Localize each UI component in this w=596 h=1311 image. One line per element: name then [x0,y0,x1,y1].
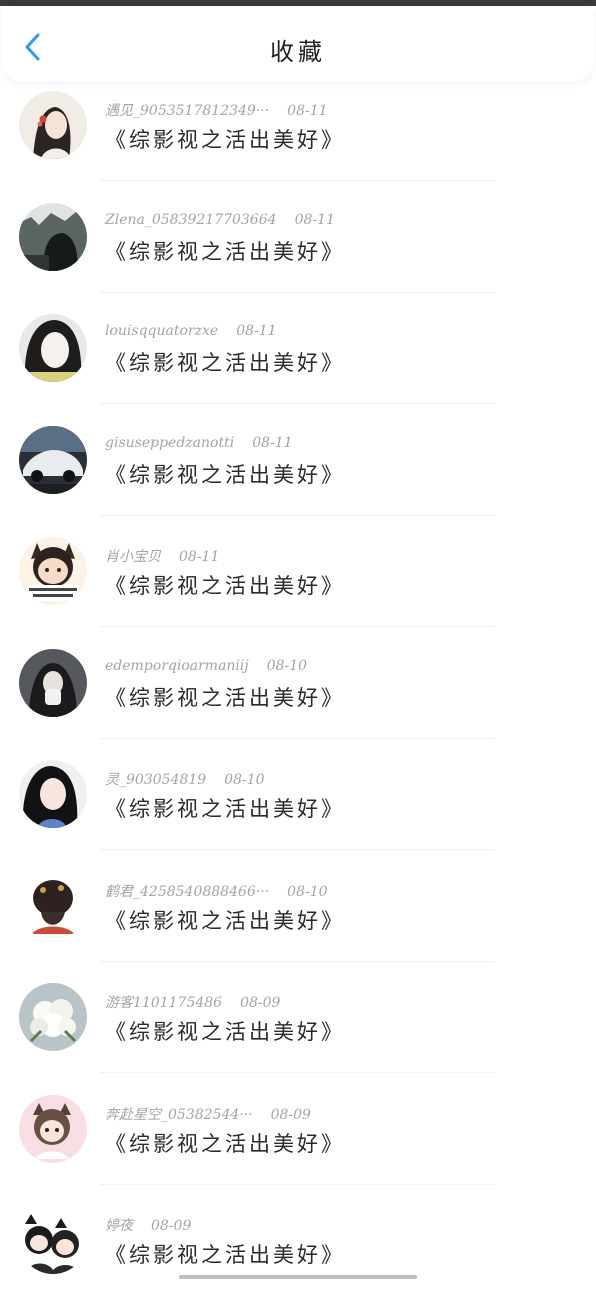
username[interactable]: 鹤君_4258540888466··· [105,884,269,900]
book-title[interactable]: 《综影视之活出美好》 [105,1016,345,1046]
divider [100,626,495,627]
divider [100,737,495,739]
date: 08-10 [287,883,328,900]
avatar[interactable] [19,537,87,605]
divider [100,960,495,962]
list-item[interactable]: 灵_903054819 08-10 《综影视之活出美好》 [0,753,596,865]
book-title[interactable]: 《综影视之活出美好》 [105,1128,345,1158]
list-item[interactable]: 游客1101175486 08-09 《综影视之活出美好》 [0,976,596,1088]
date: 08-09 [270,1106,311,1123]
avatar[interactable] [19,648,87,717]
book-title[interactable]: 《综影视之活出美好》 [105,459,345,489]
date: 08-11 [236,323,277,339]
username[interactable]: 灵_903054819 [105,772,206,788]
date: 08-09 [240,995,281,1011]
book-title[interactable]: 《综影视之活出美好》 [105,236,345,266]
status-bar [0,0,596,6]
divider [100,849,495,850]
date: 08-11 [294,211,335,228]
book-title[interactable]: 《综影视之活出美好》 [105,124,345,154]
avatar[interactable] [19,202,87,271]
book-title[interactable]: 《综影视之活出美好》 [105,570,345,600]
date: 08-10 [266,657,308,674]
username[interactable]: 游客1101175486 [105,995,222,1011]
list-item[interactable]: edemporqioarmaniij 08-10 《综影视之活出美好》 [0,642,596,754]
avatar[interactable] [19,871,87,940]
divider [100,1072,495,1073]
list-item[interactable]: gisuseppedzanotti 08-11 《综影视之活出美好》 [0,419,596,531]
date: 08-11 [252,434,293,451]
divider [100,1183,495,1185]
favorites-list: 遇见_9053517812349··· 08-11 《综影视之活出美好》 Zlen… [0,84,596,1311]
divider [100,403,495,404]
date: 08-11 [179,549,220,565]
username[interactable]: Zlena_05839217703664 [105,212,277,228]
divider [100,180,495,181]
page-title: 收藏 [270,38,326,66]
username[interactable]: edemporqioarmaniij [105,658,249,674]
list-item[interactable]: Zlena_05839217703664 08-11 《综影视之活出美好》 [0,196,596,308]
list-item[interactable]: 奔赴星空_05382544··· 08-09 《综影视之活出美好》 [0,1088,596,1200]
avatar[interactable] [19,91,87,159]
book-title[interactable]: 《综影视之活出美好》 [105,905,345,935]
avatar[interactable] [19,425,87,494]
username[interactable]: 遇见_9053517812349··· [105,103,269,119]
book-title[interactable]: 《综影视之活出美好》 [105,793,345,823]
home-indicator[interactable] [179,1275,417,1279]
list-item[interactable]: louisqquatorzxe 08-11 《综影视之活出美好》 [0,307,596,419]
avatar[interactable] [19,983,87,1051]
avatar[interactable] [19,1206,87,1274]
list-item[interactable]: 遇见_9053517812349··· 08-11 《综影视之活出美好》 [0,84,596,196]
divider [100,291,495,293]
book-title[interactable]: 《综影视之活出美好》 [105,347,345,377]
username[interactable]: 奔赴星空_05382544··· [105,1107,253,1123]
divider [100,514,495,516]
date: 08-09 [151,1218,192,1234]
username[interactable]: louisqquatorzxe [105,323,218,339]
date: 08-11 [287,103,328,119]
list-item[interactable]: 婷夜 08-09 《综影视之活出美好》 [0,1199,596,1311]
book-title[interactable]: 《综影视之活出美好》 [105,1239,345,1269]
list-item[interactable]: 肖小宝贝 08-11 《综影视之活出美好》 [0,530,596,642]
date: 08-10 [224,772,265,788]
top-bar: 收藏 [2,8,594,82]
avatar[interactable] [19,760,87,828]
username[interactable]: gisuseppedzanotti [105,435,234,451]
username[interactable]: 婷夜 [105,1218,133,1234]
username[interactable]: 肖小宝贝 [105,549,161,565]
list-item[interactable]: 鹤君_4258540888466··· 08-10 《综影视之活出美好》 [0,865,596,977]
book-title[interactable]: 《综影视之活出美好》 [105,682,345,712]
avatar[interactable] [19,1094,87,1163]
avatar[interactable] [19,314,87,382]
